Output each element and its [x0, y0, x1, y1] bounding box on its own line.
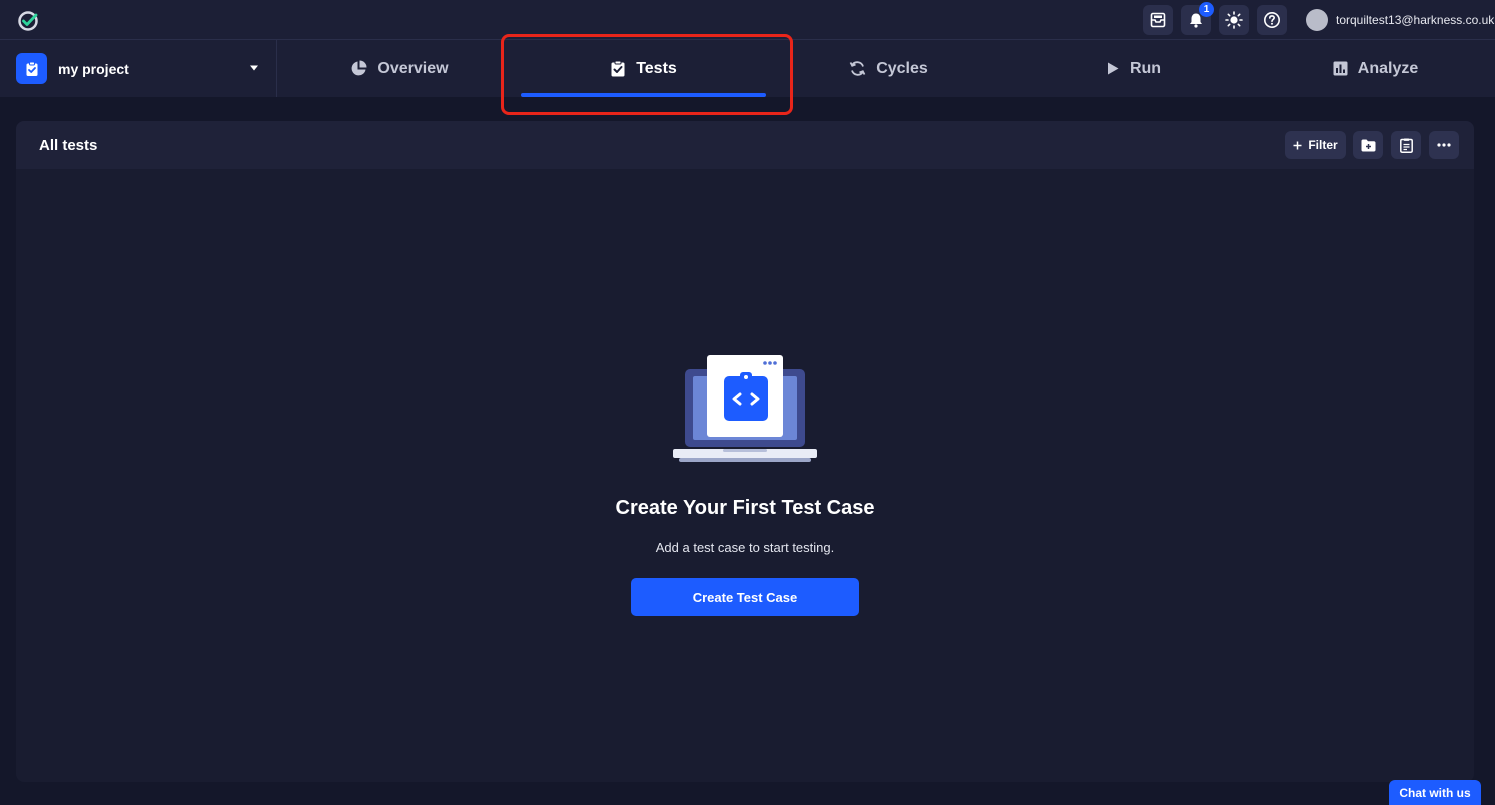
tab-label: Analyze: [1357, 59, 1419, 77]
highlight-annotation: [501, 34, 793, 115]
pie-chart-icon: [352, 60, 367, 76]
tab-label: Overview: [377, 59, 449, 77]
cycle-icon: [849, 61, 866, 76]
empty-state-subtitle: Add a test case to start testing.: [655, 540, 835, 555]
project-selector[interactable]: my project: [0, 40, 277, 97]
tab-label: Cycles: [876, 59, 928, 77]
app-logo-icon[interactable]: [17, 10, 39, 32]
laptop-code-illustration-icon: [673, 355, 817, 462]
inbox-button[interactable]: [1143, 5, 1173, 35]
inbox-icon: [1150, 12, 1166, 28]
notification-badge: 1: [1199, 2, 1214, 17]
tab-analyze[interactable]: Analyze: [1256, 40, 1495, 97]
clipboard-check-icon: [26, 61, 37, 76]
notifications-button[interactable]: 1: [1181, 2, 1214, 35]
user-email[interactable]: torquiltest13@harkness.co.uk: [1336, 13, 1494, 27]
bar-chart-icon: [1333, 61, 1348, 76]
project-name: my project: [58, 61, 129, 77]
theme-toggle-button[interactable]: [1219, 5, 1249, 35]
tab-run[interactable]: Run: [1011, 40, 1256, 97]
caret-down-icon[interactable]: [249, 65, 259, 71]
empty-state: Create Your First Test Case Add a test c…: [16, 121, 1474, 782]
avatar[interactable]: [1306, 9, 1328, 31]
create-test-case-button[interactable]: Create Test Case: [631, 578, 859, 616]
tab-overview[interactable]: Overview: [277, 40, 522, 97]
chat-with-us-button[interactable]: Chat with us: [1389, 780, 1481, 805]
help-button[interactable]: [1257, 5, 1287, 35]
empty-state-title: Create Your First Test Case: [615, 497, 875, 519]
help-icon: [1264, 12, 1280, 28]
tests-panel: All tests Filter Create Your First Test …: [16, 121, 1474, 782]
project-icon: [16, 53, 47, 84]
tab-cycles[interactable]: Cycles: [766, 40, 1011, 97]
theme-sun-icon: [1225, 11, 1243, 29]
tab-label: Run: [1129, 59, 1162, 77]
play-icon: [1107, 62, 1119, 75]
